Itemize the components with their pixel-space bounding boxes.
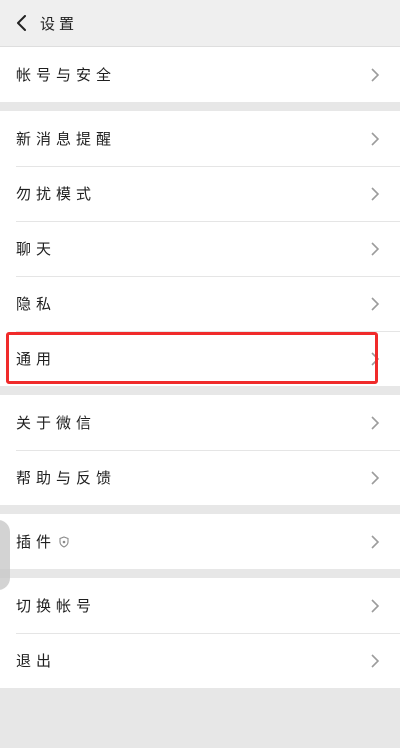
chevron-right-icon [371, 131, 380, 146]
header-bar: 设置 [0, 0, 400, 47]
chevron-right-icon [371, 296, 380, 311]
settings-item-label: 关于微信 [16, 414, 97, 432]
section-notifications: 新消息提醒 勿扰模式 聊天 隐私 通用 [0, 111, 400, 386]
settings-item-label: 帐号与安全 [16, 66, 117, 84]
chevron-right-icon [371, 653, 380, 668]
chevron-right-icon [371, 67, 380, 82]
section-plugins: 插件 [0, 514, 400, 569]
settings-item-do-not-disturb[interactable]: 勿扰模式 [0, 166, 400, 221]
settings-item-label: 新消息提醒 [16, 130, 117, 148]
settings-item-label: 帮助与反馈 [16, 469, 117, 487]
section-account-actions: 切换帐号 退出 [0, 578, 400, 688]
settings-item-help-feedback[interactable]: 帮助与反馈 [0, 450, 400, 505]
chevron-right-icon [371, 186, 380, 201]
settings-item-label: 退出 [16, 652, 57, 670]
settings-item-label: 切换帐号 [16, 597, 97, 615]
shield-icon [59, 535, 69, 548]
chevron-right-icon [371, 534, 380, 549]
chevron-left-icon [17, 15, 26, 31]
settings-item-label: 勿扰模式 [16, 185, 97, 203]
section-divider [0, 569, 400, 578]
chevron-right-icon [371, 470, 380, 485]
settings-item-logout[interactable]: 退出 [0, 633, 400, 688]
settings-item-privacy[interactable]: 隐私 [0, 276, 400, 331]
edge-handle[interactable] [0, 520, 10, 590]
settings-item-general[interactable]: 通用 [0, 331, 400, 386]
settings-item-plugins[interactable]: 插件 [0, 514, 400, 569]
section-about: 关于微信 帮助与反馈 [0, 395, 400, 505]
settings-item-about-wechat[interactable]: 关于微信 [0, 395, 400, 450]
bottom-background [0, 688, 400, 748]
section-account: 帐号与安全 [0, 47, 400, 102]
settings-item-switch-account[interactable]: 切换帐号 [0, 578, 400, 633]
section-divider [0, 386, 400, 395]
section-divider [0, 505, 400, 514]
settings-item-account-security[interactable]: 帐号与安全 [0, 47, 400, 102]
settings-item-new-message-alerts[interactable]: 新消息提醒 [0, 111, 400, 166]
settings-item-chat[interactable]: 聊天 [0, 221, 400, 276]
page-title: 设置 [40, 14, 79, 33]
settings-item-label: 插件 [16, 533, 57, 551]
settings-item-label: 聊天 [16, 240, 57, 258]
settings-item-label: 通用 [16, 350, 57, 368]
chevron-right-icon [371, 598, 380, 613]
section-divider [0, 102, 400, 111]
back-button[interactable] [0, 0, 44, 46]
chevron-right-icon [371, 241, 380, 256]
chevron-right-icon [371, 351, 380, 366]
chevron-right-icon [371, 415, 380, 430]
settings-item-label: 隐私 [16, 295, 57, 313]
